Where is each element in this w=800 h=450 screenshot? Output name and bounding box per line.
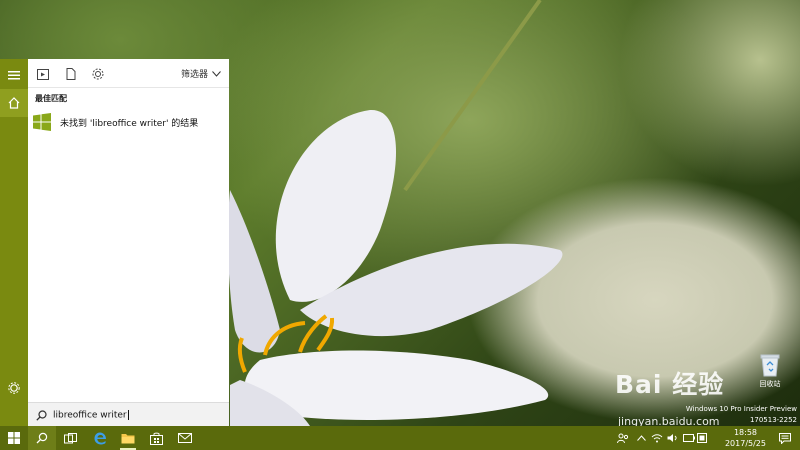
build-info-line1: Windows 10 Pro Insider Preview [685, 405, 797, 413]
input-method-button[interactable] [696, 431, 708, 445]
store-button[interactable] [142, 426, 170, 450]
baidu-jingyan-watermark: Bai 经验 [615, 365, 724, 401]
store-icon [149, 432, 163, 445]
search-taskbar-button[interactable] [28, 426, 56, 450]
clock-date: 2017/5/25 [724, 439, 766, 448]
home-icon [8, 97, 20, 109]
windows-logo-icon [33, 113, 51, 131]
recycle-bin[interactable]: 回收站 [752, 353, 788, 389]
action-center-button[interactable] [778, 431, 792, 445]
windows-start-icon [8, 432, 20, 444]
taskbar: 18:58 2017/5/25 [0, 426, 800, 450]
search-input[interactable]: libreoffice writer [28, 402, 229, 427]
search-icon [36, 432, 48, 444]
search-query-value: libreoffice writer [53, 410, 127, 421]
battery-tray-button[interactable] [683, 431, 695, 445]
search-results-panel: 筛选器 最佳匹配 未找到 'libreoffice writer' 的结果 [28, 59, 229, 426]
filter-dropdown[interactable]: 筛选器 [181, 67, 221, 80]
watermark-logo: Bai 经验 [615, 370, 725, 399]
search-result-item[interactable]: 未找到 'libreoffice writer' 的结果 [32, 111, 225, 133]
mail-button[interactable] [171, 426, 199, 450]
chevron-up-icon [636, 435, 646, 441]
search-query-text: libreoffice writer [53, 409, 129, 421]
build-info-line2: 170513-2252 [749, 416, 797, 424]
apps-filter-button[interactable] [36, 67, 50, 81]
chevron-down-icon [212, 70, 221, 77]
people-tray-button[interactable] [617, 431, 629, 445]
keyboard-icon [697, 433, 707, 443]
search-filter-toolbar: 筛选器 [28, 59, 229, 88]
settings-icon [92, 68, 104, 80]
folder-icon [121, 434, 135, 444]
wifi-icon [651, 434, 663, 443]
best-match-heading: 最佳匹配 [35, 94, 67, 103]
hamburger-icon [8, 71, 20, 80]
network-tray-button[interactable] [651, 431, 663, 445]
recycle-bin-icon [760, 354, 780, 377]
battery-icon [683, 434, 695, 442]
search-icon [36, 409, 47, 421]
result-text: 未找到 'libreoffice writer' 的结果 [60, 118, 199, 129]
home-button[interactable] [0, 89, 28, 117]
edge-browser-button[interactable] [86, 426, 114, 450]
mail-icon [178, 433, 192, 443]
task-view-icon [63, 432, 77, 443]
clock-time: 18:58 [733, 428, 758, 437]
start-menu-rail [0, 59, 28, 426]
settings-button[interactable] [0, 374, 28, 402]
gear-icon [8, 382, 20, 394]
text-caret [127, 409, 129, 420]
web-filter-button[interactable] [91, 67, 105, 81]
hamburger-button[interactable] [0, 61, 28, 89]
show-hidden-icons-button[interactable] [635, 431, 647, 445]
people-icon [617, 433, 629, 443]
document-icon [66, 68, 76, 80]
filter-label: 筛选器 [180, 70, 208, 80]
notification-icon [779, 432, 791, 444]
start-button[interactable] [0, 426, 28, 450]
edge-icon [94, 432, 106, 444]
speaker-icon [667, 434, 677, 442]
taskbar-clock[interactable]: 18:58 2017/5/25 [725, 427, 766, 449]
documents-filter-button[interactable] [64, 67, 78, 81]
recycle-bin-label: 回收站 [759, 380, 781, 388]
volume-tray-button[interactable] [667, 431, 679, 445]
apps-icon [37, 68, 49, 80]
task-view-button[interactable] [56, 426, 84, 450]
file-explorer-button[interactable] [114, 426, 142, 450]
